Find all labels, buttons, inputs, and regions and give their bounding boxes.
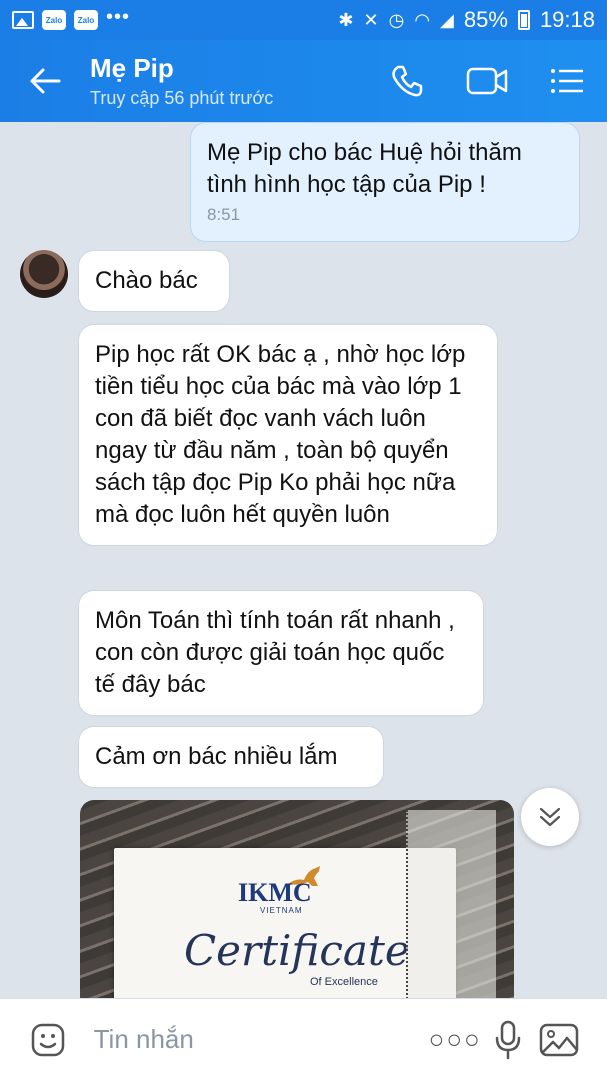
chat-header: Mẹ Pip Truy cập 56 phút trước (0, 40, 607, 122)
more-options-button[interactable]: ○○○ (429, 1010, 482, 1070)
contact-info[interactable]: Mẹ Pip Truy cập 56 phút trước (90, 53, 367, 109)
message-bubble-received[interactable]: Cảm ơn bác nhiều lắm (78, 726, 384, 788)
certificate-photo: IKMC VIETNAM Certificate Of Excellence (114, 848, 456, 998)
message-text: Chào bác (95, 267, 198, 294)
message-composer-bar: ○○○ (0, 998, 607, 1080)
phone-icon (392, 65, 423, 97)
mute-icon: ✕ (363, 9, 379, 30)
contact-name: Mẹ Pip (90, 53, 174, 83)
battery-icon (517, 10, 530, 30)
wifi-icon: ◠ (414, 9, 431, 30)
status-bar: Zalo Zalo ••• ✱ ✕ ◷ ◠ ◢ 85% 19:18 (0, 0, 607, 40)
list-menu-icon (551, 69, 583, 93)
image-icon (539, 1023, 579, 1056)
image-message[interactable]: IKMC VIETNAM Certificate Of Excellence (80, 800, 514, 998)
smiley-icon (31, 1023, 65, 1056)
sticker-button[interactable] (22, 1010, 74, 1070)
certificate-title: Certificate (184, 926, 410, 975)
menu-button[interactable] (527, 40, 607, 122)
avatar[interactable] (20, 250, 68, 298)
message-text: Mẹ Pip cho bác Huệ hỏi thăm tình hình họ… (207, 139, 522, 198)
microphone-icon (495, 1020, 520, 1059)
message-text: Pip học rất OK bác ạ , nhờ học lớp tiền … (95, 341, 466, 528)
message-bubble-received[interactable]: Chào bác (78, 250, 230, 312)
clock: 19:18 (539, 7, 595, 32)
contact-status: Truy cập 56 phút trước (90, 88, 274, 108)
arrow-left-icon (30, 68, 61, 94)
back-button[interactable] (0, 40, 90, 122)
alarm-icon: ◷ (388, 9, 405, 30)
certificate-logo: IKMC (238, 878, 312, 907)
certificate-logo-sub: VIETNAM (260, 906, 303, 915)
signal-icon: ◢ (440, 9, 454, 30)
message-text: Môn Toán thì tính toán rất nhanh , con c… (95, 607, 455, 698)
photo-icon (12, 11, 34, 29)
battery-percent: 85% (463, 7, 508, 32)
gallery-button[interactable] (533, 1010, 585, 1070)
message-bubble-sent[interactable]: Mẹ Pip cho bác Huệ hỏi thăm tình hình họ… (190, 122, 580, 242)
message-list[interactable]: Mẹ Pip cho bác Huệ hỏi thăm tình hình họ… (0, 122, 607, 998)
plastic-sleeve (406, 810, 496, 998)
call-button[interactable] (367, 40, 447, 122)
message-input[interactable] (93, 1019, 429, 1060)
video-call-button[interactable] (447, 40, 527, 122)
message-time: 8:51 (207, 205, 241, 224)
scroll-to-bottom-button[interactable] (521, 788, 579, 846)
zalo-icon: Zalo (42, 10, 66, 30)
voice-button[interactable] (482, 1010, 534, 1070)
more-icon: ••• (106, 6, 131, 28)
certificate-subtitle: Of Excellence (310, 976, 378, 988)
more-dots-icon: ○○○ (428, 1024, 482, 1054)
double-chevron-down-icon (539, 807, 561, 827)
message-bubble-received[interactable]: Môn Toán thì tính toán rất nhanh , con c… (78, 590, 484, 716)
bluetooth-icon: ✱ (338, 9, 354, 30)
message-text: Cảm ơn bác nhiều lắm (95, 743, 338, 770)
video-camera-icon (466, 67, 508, 95)
message-bubble-received[interactable]: Pip học rất OK bác ạ , nhờ học lớp tiền … (78, 324, 498, 546)
zalo-icon: Zalo (74, 10, 98, 30)
